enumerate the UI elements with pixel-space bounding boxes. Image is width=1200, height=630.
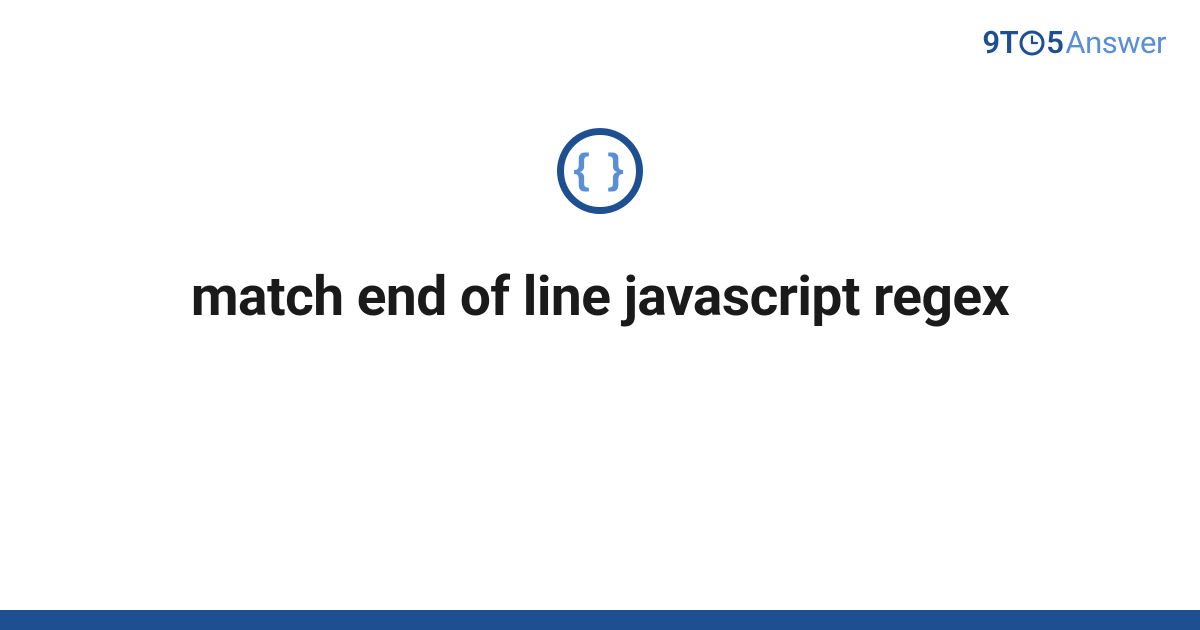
- brand-part-9t: 9T: [982, 24, 1018, 61]
- footer-bar: [0, 610, 1200, 630]
- topic-icon: { }: [557, 128, 643, 214]
- brand-part-5: 5: [1046, 24, 1063, 61]
- brand-logo: 9T 5 Answer: [982, 24, 1166, 61]
- brand-part-answer: Answer: [1065, 24, 1166, 61]
- page-title: match end of line javascript regex: [0, 265, 1200, 329]
- code-braces-icon: { }: [573, 148, 626, 190]
- brand-clock-o-icon: [1019, 30, 1045, 56]
